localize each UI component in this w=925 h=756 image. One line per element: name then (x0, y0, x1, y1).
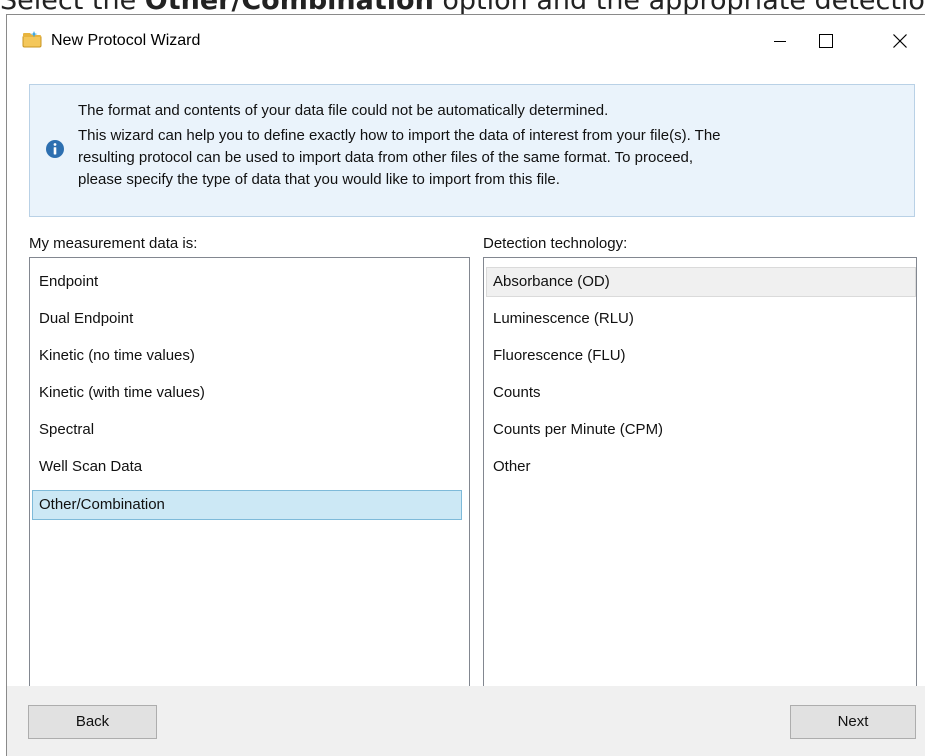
list-item-counts[interactable]: Counts (486, 378, 916, 408)
list-item-fluorescence[interactable]: Fluorescence (FLU) (486, 341, 916, 371)
info-icon (46, 140, 64, 158)
info-text-line: The format and contents of your data fil… (78, 102, 609, 119)
detection-technology-list[interactable]: Absorbance (OD) Luminescence (RLU) Fluor… (483, 257, 917, 691)
list-item-absorbance[interactable]: Absorbance (OD) (486, 267, 916, 297)
new-protocol-wizard-window: New Protocol Wizard The format and conte… (6, 14, 925, 756)
title-bar[interactable]: New Protocol Wizard (7, 15, 925, 67)
minimize-icon (774, 41, 786, 42)
list-item-kinetic-with-time[interactable]: Kinetic (with time values) (32, 378, 462, 408)
list-item-spectral[interactable]: Spectral (32, 415, 462, 445)
maximize-button[interactable] (803, 23, 849, 59)
list-item-counts-per-minute[interactable]: Counts per Minute (CPM) (486, 415, 916, 445)
wizard-app-icon (22, 31, 42, 48)
back-button[interactable]: Back (28, 705, 157, 739)
list-item-kinetic-no-time[interactable]: Kinetic (no time values) (32, 341, 462, 371)
list-item-other-combination[interactable]: Other/Combination (32, 490, 462, 520)
list-item-other[interactable]: Other (486, 452, 916, 482)
list-item-dual-endpoint[interactable]: Dual Endpoint (32, 304, 462, 334)
close-icon (893, 34, 907, 48)
measurement-type-list[interactable]: Endpoint Dual Endpoint Kinetic (no time … (29, 257, 470, 691)
info-text-line: This wizard can help you to define exact… (78, 127, 721, 144)
info-panel: The format and contents of your data fil… (29, 84, 915, 217)
list-item-luminescence[interactable]: Luminescence (RLU) (486, 304, 916, 334)
detection-technology-label: Detection technology: (483, 235, 628, 252)
button-bar: Back Next (7, 686, 925, 756)
minimize-button[interactable] (757, 23, 803, 59)
next-button[interactable]: Next (790, 705, 916, 739)
info-text-line: resulting protocol can be used to import… (78, 149, 694, 166)
measurement-data-label: My measurement data is: (29, 235, 198, 252)
info-text-line: please specify the type of data that you… (78, 171, 560, 188)
list-item-endpoint[interactable]: Endpoint (32, 267, 462, 297)
close-button[interactable] (877, 23, 923, 59)
maximize-icon (819, 34, 833, 48)
list-item-well-scan-data[interactable]: Well Scan Data (32, 452, 462, 482)
window-title: New Protocol Wizard (51, 32, 201, 49)
